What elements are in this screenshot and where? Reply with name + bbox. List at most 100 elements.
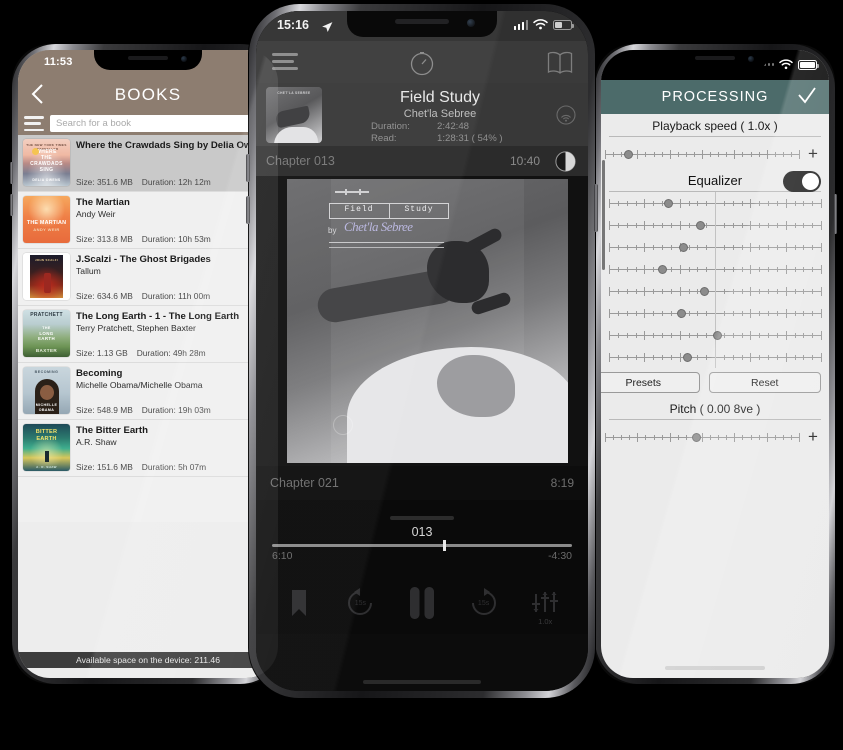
book-title: Where the Crawdads Sing by Delia Owens [76,140,268,151]
phone-bezel-right: PROCESSING Playback speed ( 1.0x ) + Equ… [601,50,829,678]
chapter-row-below[interactable]: Chapter 021 8:19 [256,466,588,500]
increase-speed-button[interactable]: + [805,144,821,164]
presets-button[interactable]: Presets [601,372,700,393]
page-title: PROCESSING [661,89,769,105]
eq-center-line [715,192,716,214]
progress-slider[interactable] [272,540,572,551]
cover-byline: by [328,226,337,235]
hamburger-icon[interactable] [24,116,44,131]
cover-title-left: Field [344,205,374,214]
eq-band-slider[interactable] [609,192,822,214]
hamburger-icon[interactable] [272,53,298,70]
notch-center [347,11,497,37]
eq-band-knob[interactable] [657,264,667,274]
equalizer-bands[interactable] [601,192,829,368]
settings-scrollbar[interactable] [602,160,605,270]
book-author: Michelle Obama/Michelle Obama [76,379,203,390]
bookmark-button[interactable] [276,582,322,624]
signal-bars-icon [513,19,528,30]
books-list[interactable]: THE NEW YORK TIMES BESTSELLER WHERE THE … [18,135,278,522]
book-cover-thumbnail: JOHN SCALZI [23,253,70,300]
search-input[interactable]: Search for a book [50,115,278,132]
eq-band-slider[interactable] [609,236,822,258]
book-title: Field Study [399,89,481,106]
open-book-icon[interactable] [546,50,574,81]
book-size: Size: 1.13 GB [76,348,128,358]
eq-band-slider[interactable] [609,214,822,236]
book-title: J.Scalzi - The Ghost Brigades [76,254,211,265]
equalizer-switch[interactable] [783,171,821,192]
eq-band-slider[interactable] [609,324,822,346]
pitch-slider[interactable] [605,426,800,448]
book-cover-thumbnail: BITTER EARTH A. R. SHAW [23,424,70,471]
playback-speed-label: Playback speed ( 1.0x ) [652,119,778,133]
book-size: Size: 351.6 MB [76,177,133,187]
progress-knob[interactable] [443,540,446,551]
playback-speed-slider-row[interactable]: + [601,137,829,171]
rewind-15-label: 15s [354,600,367,607]
volume-down-button-center[interactable] [246,196,250,224]
pitch-slider-row[interactable]: + [601,420,829,454]
eq-band-slider[interactable] [609,280,822,302]
list-item[interactable]: THE MARTIAN ANDY WEIR The Martian Andy W… [18,192,278,249]
eq-band-knob[interactable] [699,286,709,296]
power-button-right[interactable] [834,194,837,234]
eq-band-knob[interactable] [712,330,722,340]
phone-bezel-left: 11:53 BOOKS Search for a book THE NEW YO… [18,50,278,678]
list-item[interactable]: BECOMING MICHELLE OBAMA Becoming Michell… [18,363,278,420]
chapter-row-above[interactable]: Chapter 013 10:40 [256,146,588,176]
book-stats: Size: 1.13 GB Duration: 49h 28m [76,348,215,358]
home-indicator [363,680,481,684]
notch-right [661,50,769,70]
drag-handle[interactable] [390,516,454,520]
slider-knob[interactable] [691,432,701,442]
books-navbar: BOOKS [18,78,278,112]
eq-center-line [715,236,716,258]
chapter-time: 8:19 [550,476,574,490]
eq-band-slider[interactable] [609,258,822,280]
list-item[interactable]: THE NEW YORK TIMES BESTSELLER WHERE THE … [18,135,278,192]
eq-band-knob[interactable] [663,198,673,208]
eq-band-knob[interactable] [678,242,688,252]
book-author: Chet'la Sebree [403,108,477,120]
power-button-center[interactable] [594,184,598,232]
volume-down-button-left[interactable] [10,194,13,216]
status-icons-center [513,19,574,30]
reset-button[interactable]: Reset [708,372,821,393]
eq-band-slider[interactable] [609,302,822,324]
cover-signature: Chet'la Sebree [344,219,413,234]
rewind-15-button[interactable]: 15s [337,582,383,624]
back-chevron-icon[interactable] [26,80,48,108]
eq-band-knob[interactable] [695,220,705,230]
remaining-time: -4:30 [548,549,572,562]
eq-band-knob[interactable] [676,308,686,318]
location-arrow-icon [321,20,333,38]
book-duration: Duration: 5h 07m [141,462,207,472]
forward-15-button[interactable]: 15s [461,582,507,624]
pause-button[interactable] [399,582,445,624]
eq-band-knob[interactable] [682,352,692,362]
elapsed-time: 6:10 [272,549,293,562]
playback-speed-slider[interactable] [605,143,800,165]
slider-knob[interactable] [623,149,633,159]
cover-art[interactable]: Field Study by Chet'la Sebree [287,179,568,463]
list-item[interactable]: JOHN SCALZI J.Scalzi - The Ghost Brigade… [18,249,278,306]
list-item[interactable]: BITTER EARTH A. R. SHAW The Bitter Earth… [18,420,278,477]
book-cover-thumbnail: THE MARTIAN ANDY WEIR [23,196,70,243]
eq-band-slider[interactable] [609,346,822,368]
sleep-timer-icon[interactable] [409,50,435,81]
volume-up-button-left[interactable] [10,162,13,184]
book-size: Size: 634.6 MB [76,291,133,301]
volume-up-button-center[interactable] [246,154,250,182]
page-title: BOOKS [114,85,182,104]
equalizer-toggle-row[interactable]: Equalizer [601,171,829,192]
checkmark-icon[interactable] [797,87,817,110]
cover-art-area: Field Study by Chet'la Sebree [256,176,588,466]
book-stats: Size: 151.6 MB Duration: 5h 07m [76,462,215,472]
equalizer-button[interactable]: 1.0x [522,582,568,626]
seek-area: 013 6:10 -4:30 [256,500,588,572]
list-item[interactable]: PRATCHETT THE LONG EARTH BAXTER The Long… [18,306,278,363]
duration-row: Duration: 2:42:48 [322,121,558,133]
airplay-icon[interactable] [556,105,576,130]
increase-pitch-button[interactable]: + [805,427,821,447]
